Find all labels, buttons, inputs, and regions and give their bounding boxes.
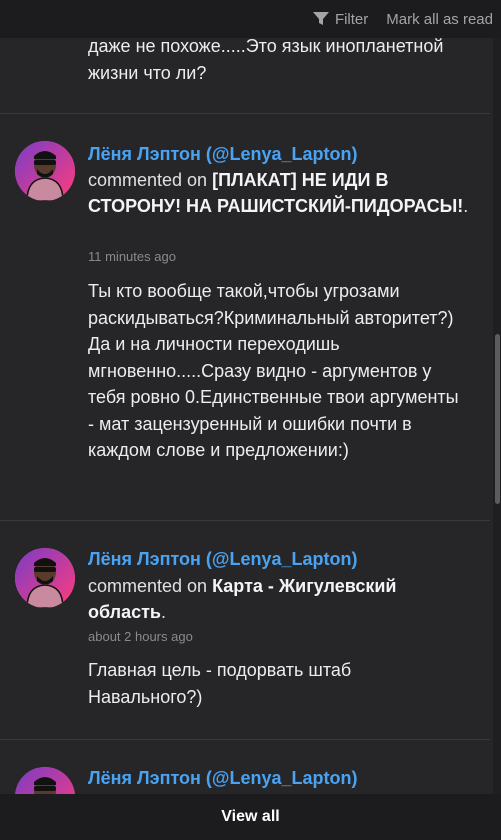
- author-link[interactable]: Лёня Лэптон (@Lenya_Lapton): [88, 549, 357, 570]
- scrollbar-thumb[interactable]: [495, 334, 500, 504]
- notification-item[interactable]: Лёня Лэптон (@Lenya_Lapton): [0, 739, 490, 827]
- filter-label: Filter: [334, 10, 369, 28]
- filter-button[interactable]: Filter: [312, 10, 369, 28]
- action-punct: .: [463, 196, 469, 216]
- author-link[interactable]: Лёня Лэптон (@Lenya_Lapton): [88, 144, 357, 165]
- avatar[interactable]: [15, 141, 75, 201]
- author-link[interactable]: Лёня Лэптон (@Lenya_Lapton): [88, 768, 357, 789]
- comment-body: Главная цель - подорвать штаб Навального…: [88, 660, 352, 707]
- action-punct: .: [161, 602, 167, 622]
- notifications-header: Filter Mark all as read: [0, 0, 501, 38]
- notification-action: commented on Карта - Жигулевский область…: [88, 573, 478, 625]
- action-text: commented on: [88, 576, 208, 596]
- avatar[interactable]: [15, 548, 75, 608]
- notification-item[interactable]: Лёня Лэптон (@Lenya_Lapton) commented on…: [0, 520, 490, 740]
- notification-action: commented on [ПЛАКАТ] НЕ ИДИ В СТОРОНУ! …: [88, 167, 478, 219]
- timestamp: about 2 hours ago: [88, 629, 193, 644]
- filter-icon: [312, 12, 329, 25]
- notification-item[interactable]: Лёня Лэптон (@Lenya_Lapton) commented on…: [0, 113, 490, 521]
- timestamp: 11 minutes ago: [88, 249, 176, 264]
- comment-body: Ты кто вообще такой,чтобы угрозами раски…: [88, 281, 459, 460]
- action-text: commented on: [88, 170, 208, 190]
- view-all-button[interactable]: View all: [0, 794, 501, 840]
- comment-body-partial: даже не похоже.....Это язык инопланетной…: [88, 36, 444, 83]
- mark-all-read-button[interactable]: Mark all as read: [386, 11, 493, 28]
